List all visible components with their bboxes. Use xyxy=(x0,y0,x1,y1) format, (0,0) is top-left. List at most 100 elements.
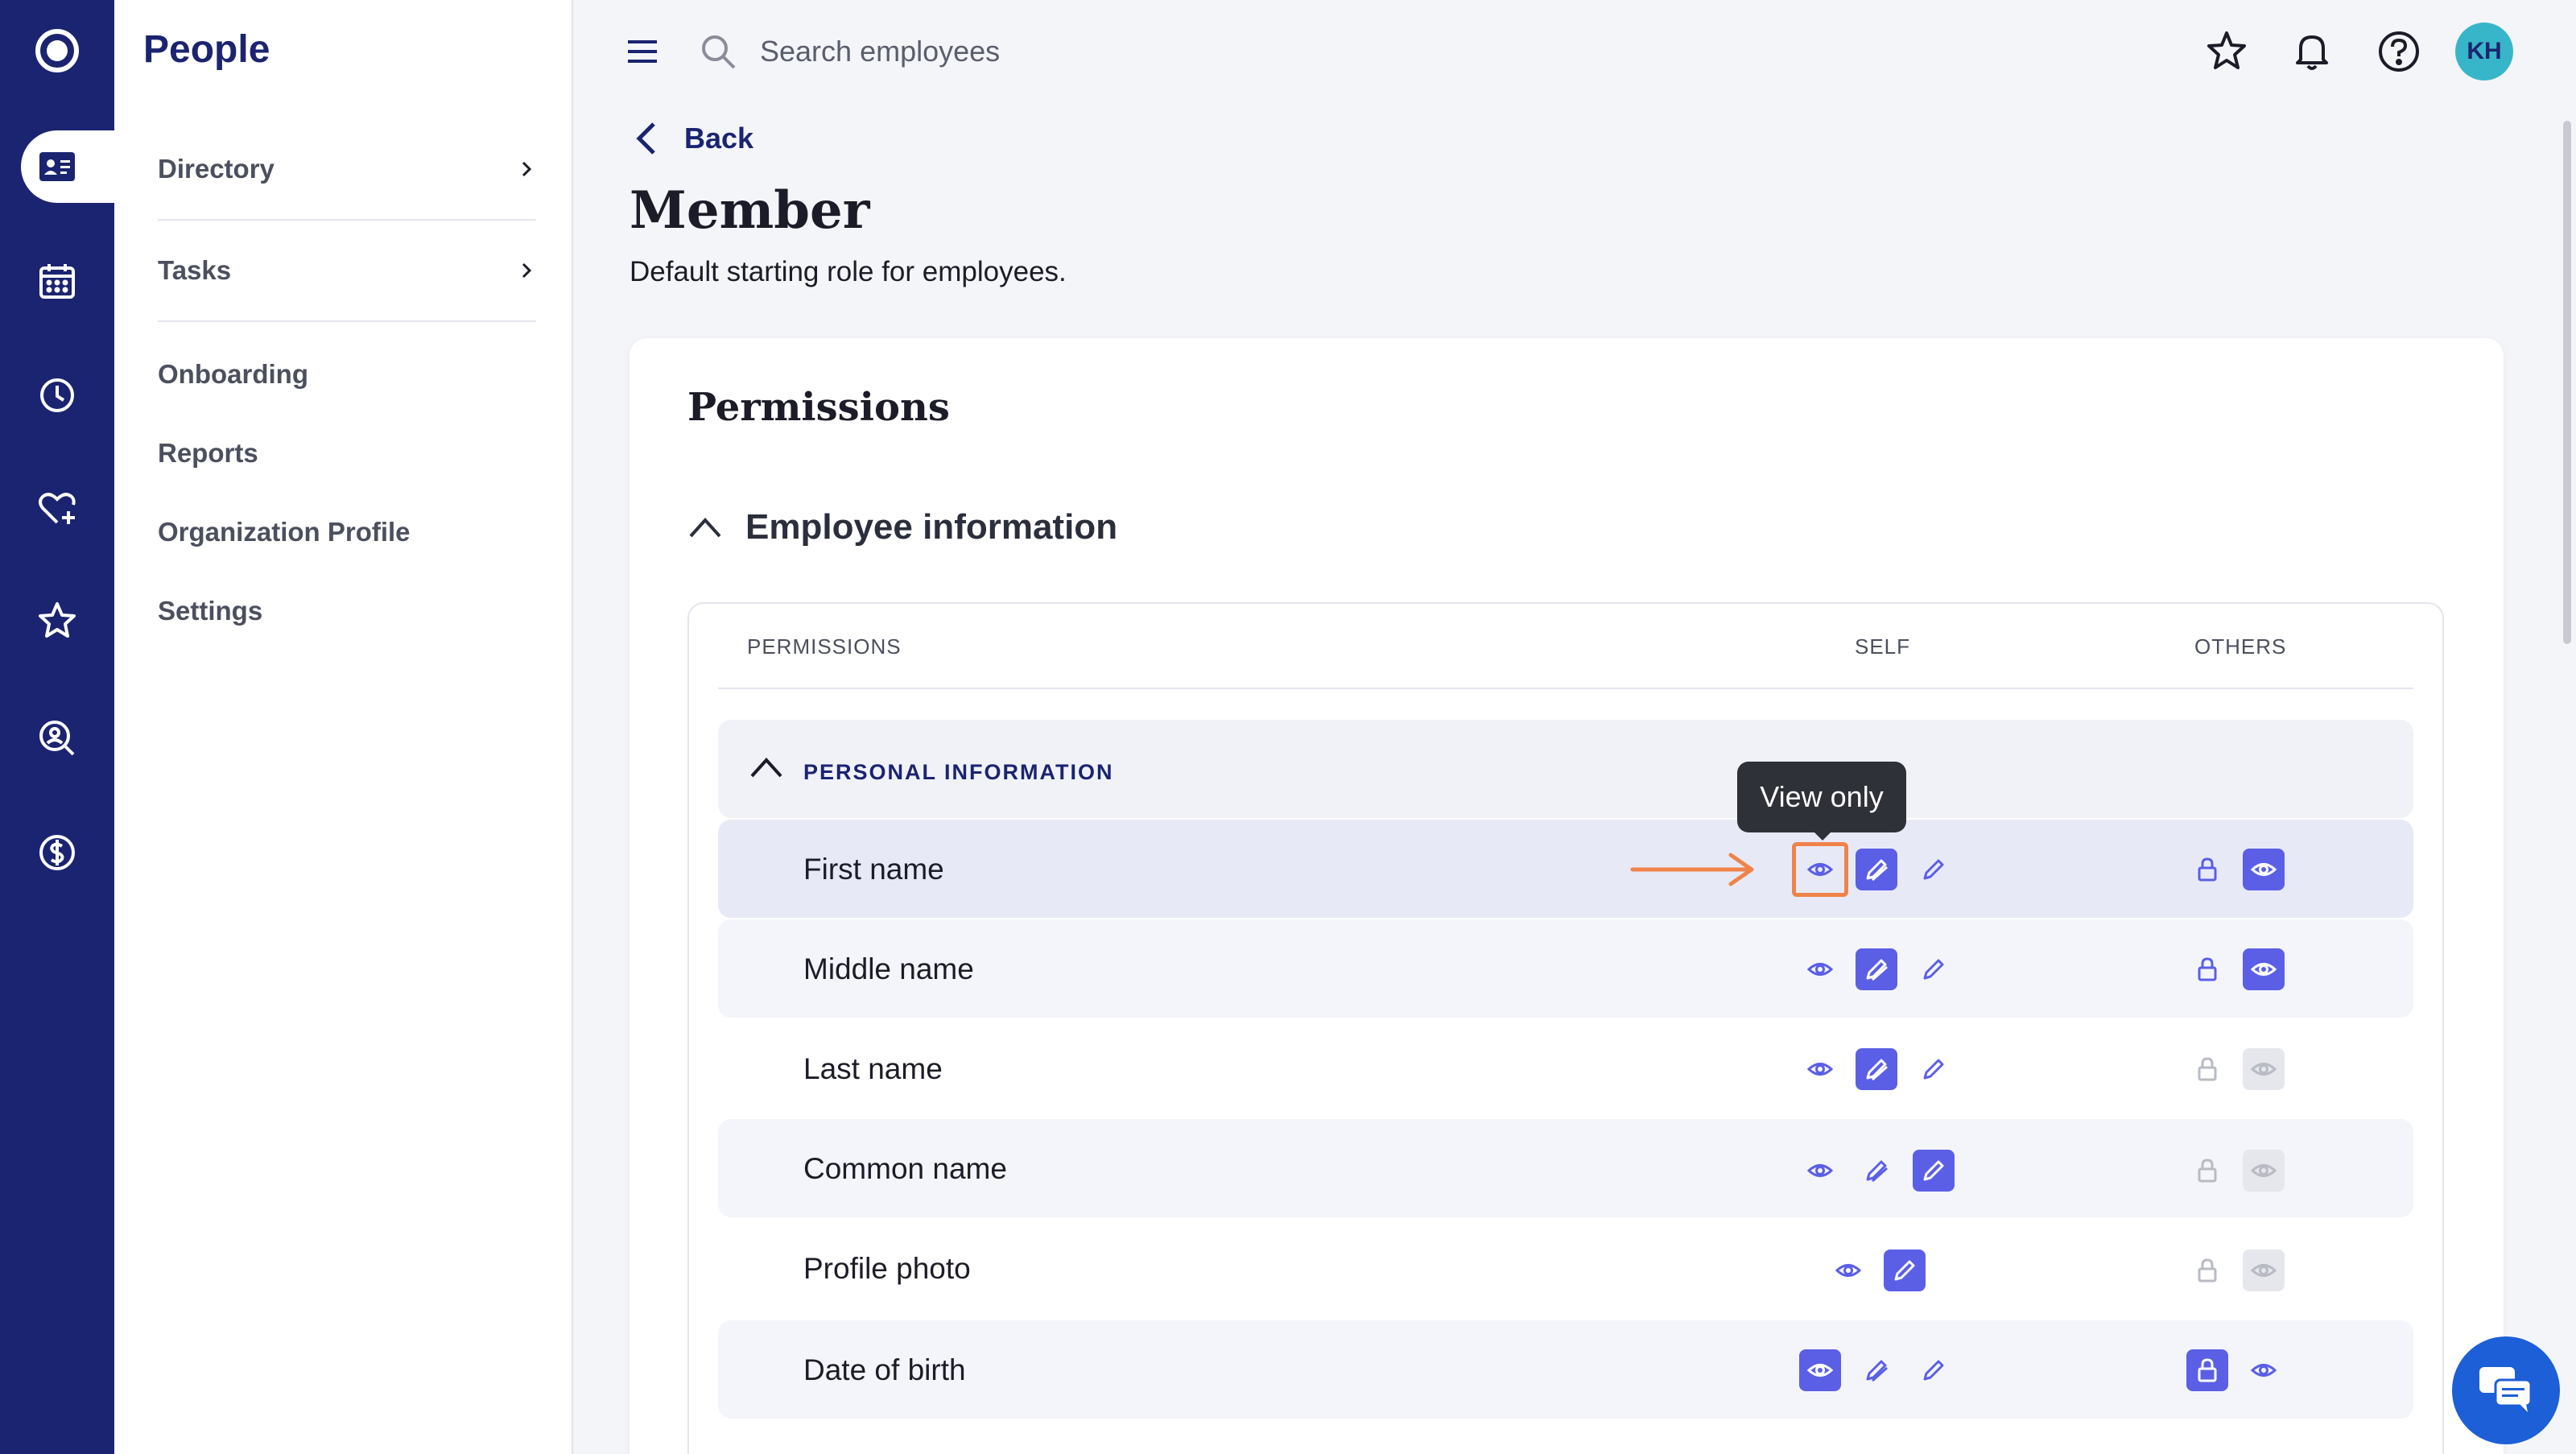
lock-option-icon[interactable] xyxy=(2186,849,2228,890)
edit-others-option-icon[interactable] xyxy=(1856,1150,1897,1192)
back-link[interactable]: Back xyxy=(633,121,753,156)
edit-option-icon[interactable] xyxy=(1913,1150,1955,1192)
view-only-option-icon[interactable] xyxy=(1799,1048,1841,1090)
hamburger-menu-icon[interactable] xyxy=(625,35,660,68)
table-row xyxy=(718,1019,2413,1117)
row-label: Date of birth xyxy=(803,1353,966,1386)
table-row xyxy=(718,1320,2413,1419)
edit-option-icon[interactable] xyxy=(1884,1250,1926,1291)
edit-others-option-icon[interactable] xyxy=(1856,948,1897,990)
sidebar-item-onboarding[interactable]: Onboarding xyxy=(158,359,308,390)
section-title: Employee information xyxy=(745,507,1118,547)
lock-option-icon xyxy=(2186,1048,2228,1090)
clock-icon xyxy=(40,378,74,412)
eye-icon xyxy=(1835,1264,1862,1277)
user-avatar[interactable]: KH xyxy=(2455,23,2513,81)
lock-option-icon[interactable] xyxy=(2186,1349,2228,1391)
search-icon xyxy=(702,35,736,69)
help-icon[interactable] xyxy=(2376,29,2421,74)
edit-option-icon[interactable] xyxy=(1913,1048,1955,1090)
eye-icon xyxy=(1806,1063,1834,1076)
edit-option-icon[interactable] xyxy=(1913,1349,1955,1391)
lock-icon xyxy=(2198,1258,2217,1283)
lock-icon xyxy=(2198,1057,2217,1081)
edit-others-option-icon[interactable] xyxy=(1856,1349,1897,1391)
lock-icon xyxy=(2198,857,2217,882)
eye-icon xyxy=(2250,863,2277,876)
edit-option-icon[interactable] xyxy=(1913,948,1955,990)
view-option-icon[interactable] xyxy=(2243,1349,2285,1391)
row-label: Last name xyxy=(803,1052,943,1085)
sidebar-item-tasks[interactable]: Tasks xyxy=(158,221,536,322)
edit-others-option-icon[interactable] xyxy=(1856,1048,1897,1090)
eye-icon xyxy=(1806,963,1834,976)
row-label: Profile photo xyxy=(803,1252,971,1285)
view-option-icon[interactable] xyxy=(2243,948,2285,990)
search-person-icon xyxy=(39,721,75,756)
sidebar-item-organization-profile[interactable]: Organization Profile xyxy=(158,517,411,547)
table-row xyxy=(718,1219,2413,1317)
back-label: Back xyxy=(684,122,754,155)
view-only-tooltip: View only xyxy=(1737,762,1906,832)
rail-item-directory[interactable] xyxy=(21,130,93,203)
rail-item-calendar[interactable] xyxy=(21,245,93,317)
edit-double-pencil-icon xyxy=(1866,1360,1888,1382)
view-only-option-icon[interactable] xyxy=(1799,948,1841,990)
pencil-icon xyxy=(1923,859,1944,880)
header-divider xyxy=(718,688,2413,689)
pencil-icon xyxy=(1923,1160,1944,1181)
row-label: First name xyxy=(803,853,944,886)
rail-item-benefits[interactable] xyxy=(21,472,93,544)
lock-option-icon xyxy=(2186,1150,2228,1192)
search-input[interactable] xyxy=(760,27,1404,76)
logo-icon[interactable] xyxy=(34,27,80,74)
eye-icon xyxy=(1806,1164,1834,1177)
rail-item-payroll[interactable] xyxy=(21,816,93,889)
sidebar-item-directory[interactable]: Directory xyxy=(158,119,536,221)
rail-item-recruiting[interactable] xyxy=(21,702,93,775)
row-label: Common name xyxy=(803,1152,1007,1185)
view-only-option-icon[interactable] xyxy=(1799,1349,1841,1391)
eye-icon xyxy=(2250,1364,2277,1377)
page-description: Default starting role for employees. xyxy=(630,256,1067,287)
column-header-permissions: PERMISSIONS xyxy=(747,634,902,659)
notifications-bell-icon[interactable] xyxy=(2289,29,2334,74)
table-row xyxy=(718,820,2413,918)
page-scrollbar[interactable] xyxy=(2563,121,2571,644)
rail-item-time[interactable] xyxy=(21,359,93,432)
view-only-option-icon[interactable] xyxy=(1799,1150,1841,1192)
chat-launcher-button[interactable] xyxy=(2452,1336,2560,1444)
arrow-right-icon xyxy=(1630,853,1754,886)
edit-others-option-icon[interactable] xyxy=(1856,849,1897,890)
favorites-star-icon[interactable] xyxy=(2204,29,2249,74)
sidebar-item-settings[interactable]: Settings xyxy=(158,596,262,626)
edit-option-icon[interactable] xyxy=(1913,849,1955,890)
employee-information-section-toggle[interactable]: Employee information xyxy=(687,507,1117,547)
star-icon xyxy=(39,602,76,638)
app-title: People xyxy=(143,28,270,71)
column-header-self: SELF xyxy=(1855,634,1911,659)
edit-double-pencil-icon xyxy=(1866,959,1888,981)
edit-double-pencil-icon xyxy=(1866,859,1888,882)
eye-icon xyxy=(2250,1063,2277,1076)
rail-item-performance[interactable] xyxy=(21,584,93,657)
lock-icon xyxy=(2198,1358,2217,1382)
lock-option-icon[interactable] xyxy=(2186,948,2228,990)
view-option-icon xyxy=(2243,1048,2285,1090)
page-title: Member xyxy=(630,180,870,241)
row-label: Middle name xyxy=(803,952,974,985)
eye-icon xyxy=(2250,963,2277,976)
directory-icon xyxy=(39,152,75,181)
eye-icon xyxy=(2250,1164,2277,1177)
pencil-icon xyxy=(1923,959,1944,980)
eye-icon xyxy=(1806,1364,1834,1377)
sidebar-item-label: Tasks xyxy=(158,255,232,285)
tooltip-tail xyxy=(1813,831,1832,841)
view-option-icon[interactable] xyxy=(2243,849,2285,890)
view-option-icon xyxy=(2243,1150,2285,1192)
group-label: PERSONAL INFORMATION xyxy=(803,760,1114,784)
view-option-icon xyxy=(2243,1250,2285,1291)
sidebar-item-label: Directory xyxy=(158,154,275,184)
sidebar-item-reports[interactable]: Reports xyxy=(158,438,258,469)
view-only-option-icon[interactable] xyxy=(1827,1250,1869,1291)
